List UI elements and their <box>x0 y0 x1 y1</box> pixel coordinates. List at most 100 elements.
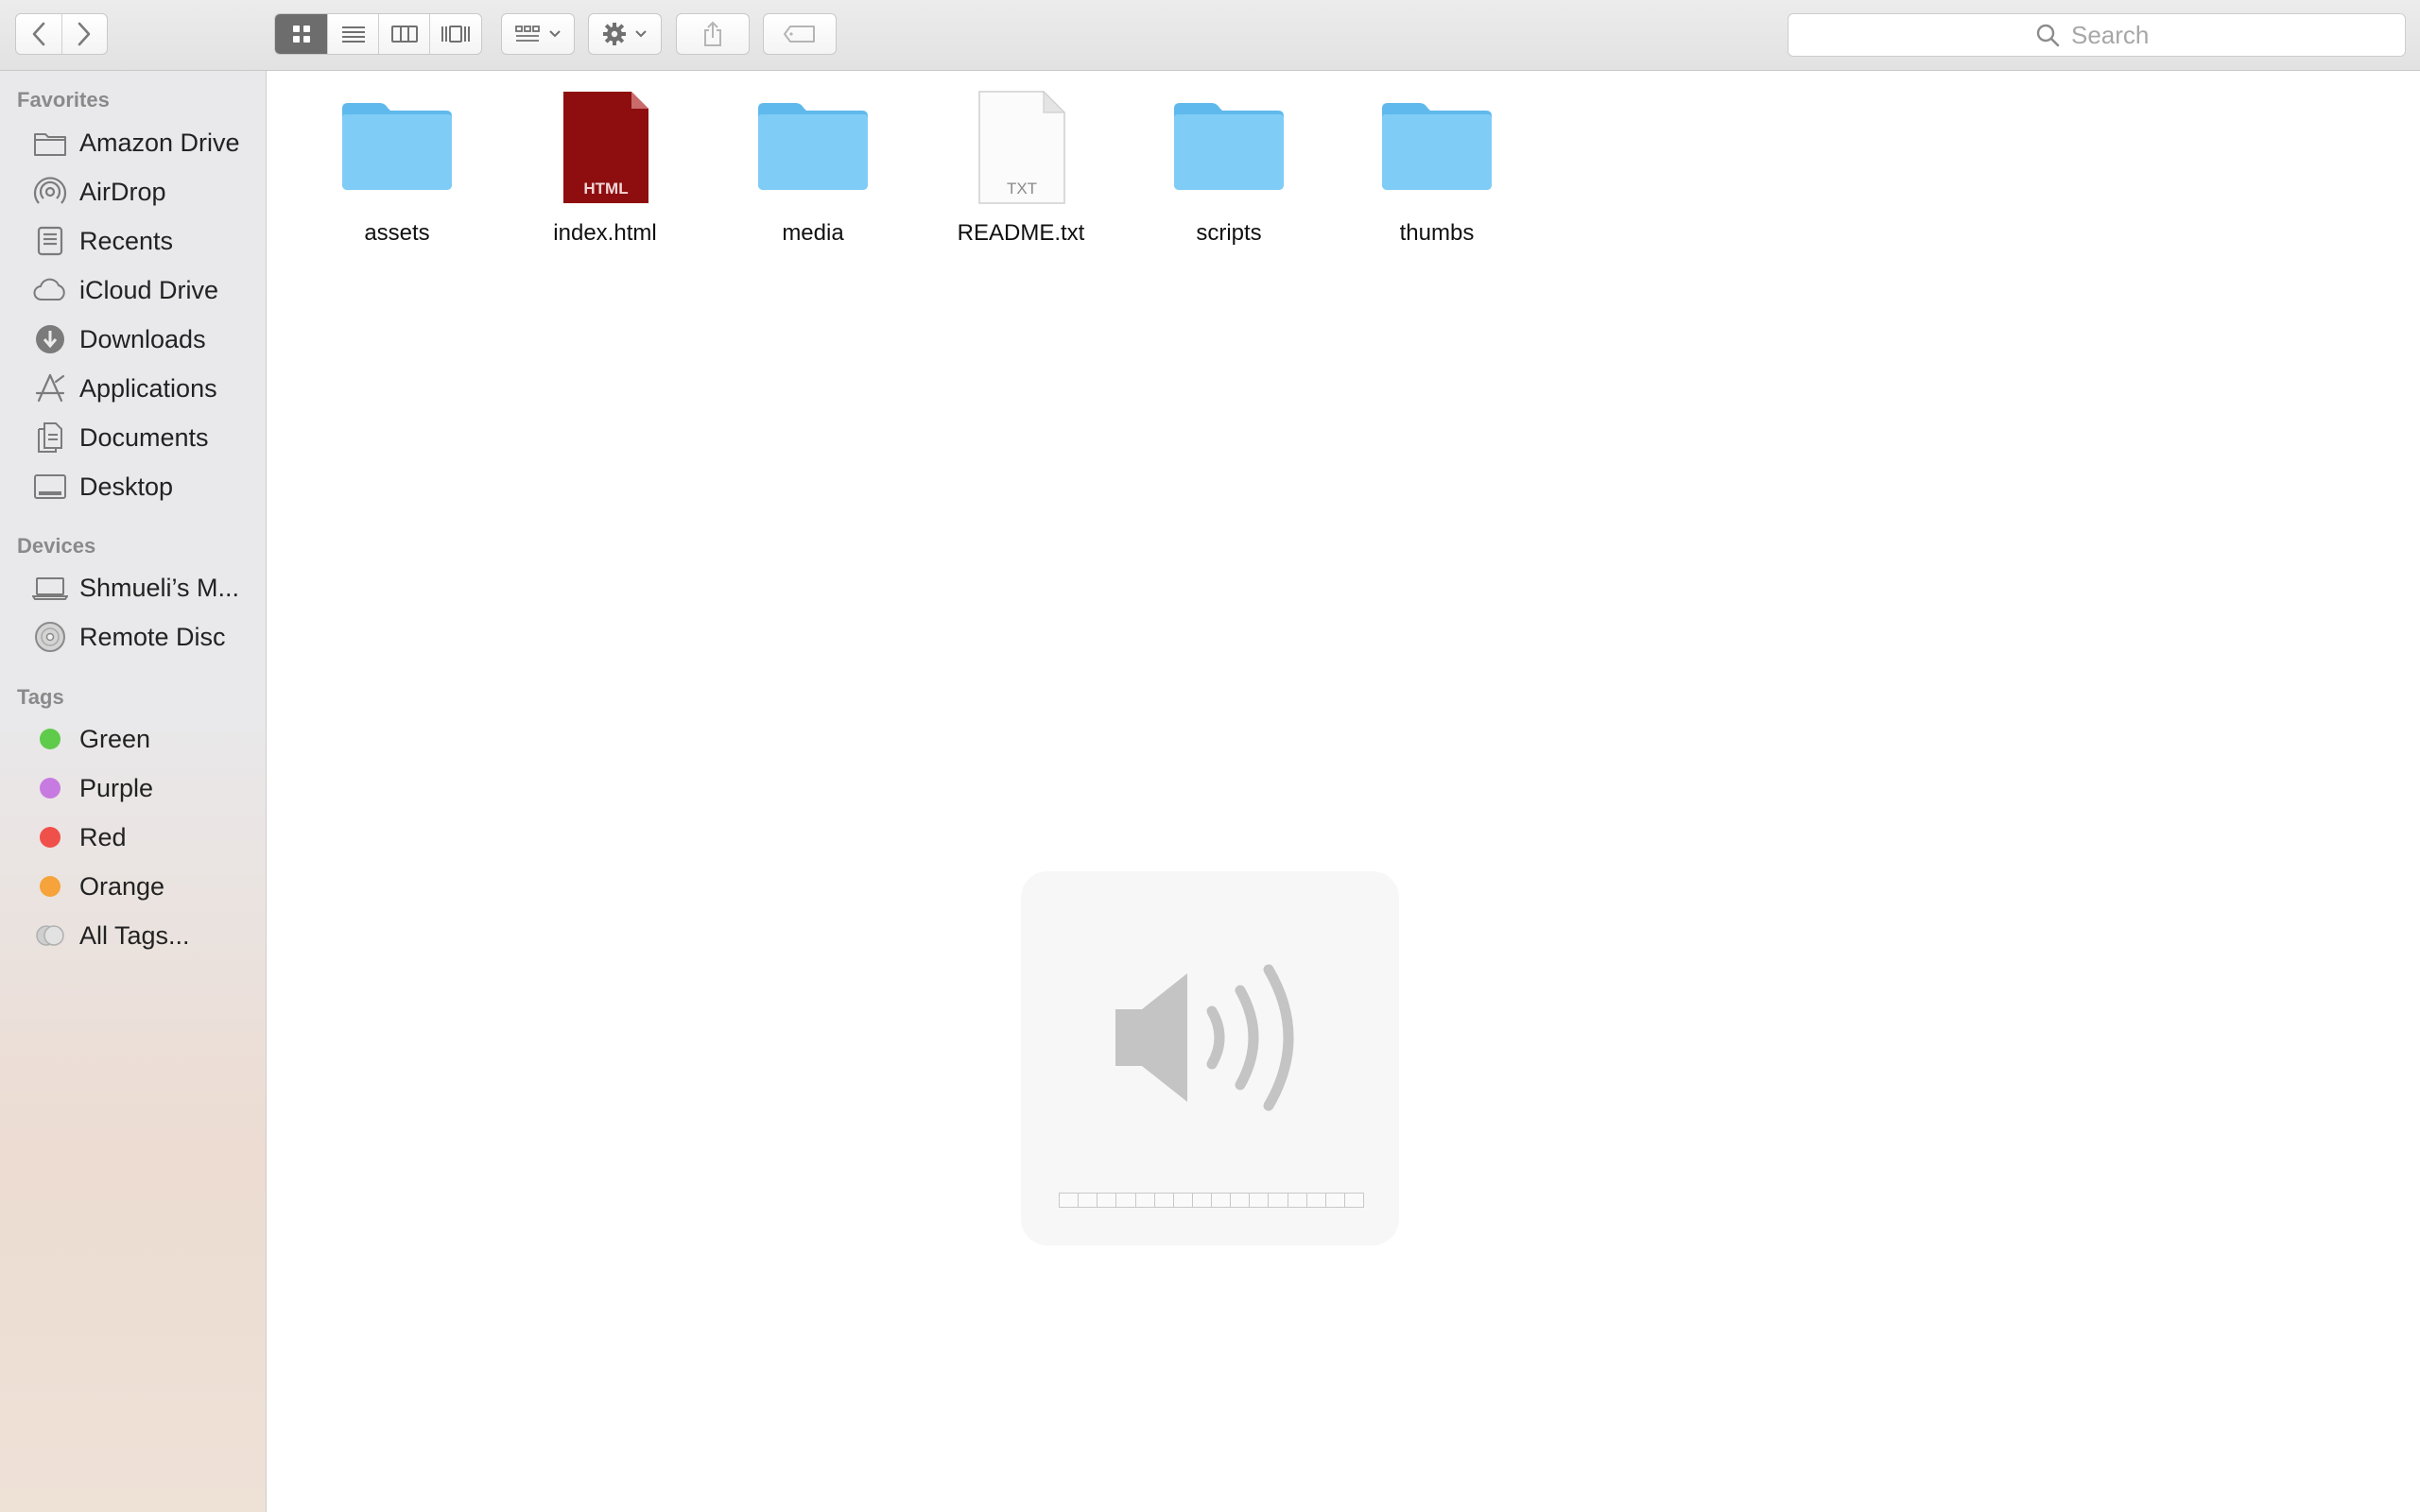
volume-segment <box>1078 1193 1098 1208</box>
file-badge: HTML <box>583 180 628 198</box>
sidebar-item-macbook[interactable]: Shmueli’s M... <box>0 564 266 611</box>
volume-segment <box>1343 1193 1364 1208</box>
columns-icon <box>390 26 418 43</box>
forward-button[interactable] <box>62 14 108 54</box>
sidebar-item-applications[interactable]: Applications <box>0 365 266 412</box>
sidebar-item-tag-orange[interactable]: Orange <box>0 863 266 910</box>
file-browser: assets HTML index.html media TXT README.… <box>268 71 2420 1512</box>
volume-segment <box>1287 1193 1307 1208</box>
volume-segment <box>1191 1193 1212 1208</box>
sidebar-item-label: Green <box>79 724 151 753</box>
tag-color-dot <box>32 868 68 904</box>
volume-segment <box>1134 1193 1155 1208</box>
back-button[interactable] <box>16 14 62 54</box>
cover-flow-view-button[interactable] <box>430 14 481 54</box>
chevron-down-icon <box>549 30 561 38</box>
sidebar-section-devices: Devices <box>17 534 96 558</box>
chevron-down-icon <box>635 30 647 38</box>
sidebar-item-recents[interactable]: Recents <box>0 217 266 265</box>
sidebar-item-tag-green[interactable]: Green <box>0 715 266 763</box>
chevron-left-icon <box>32 22 45 46</box>
toolbar <box>0 0 2420 71</box>
file-item-folder[interactable]: assets <box>312 90 482 246</box>
file-item-txt[interactable]: TXT README.txt <box>936 90 1106 246</box>
file-name: scripts <box>1196 220 1262 246</box>
chevron-right-icon <box>78 22 91 46</box>
icon-view-button[interactable] <box>275 14 328 54</box>
sidebar-item-icloud-drive[interactable]: iCloud Drive <box>0 266 266 314</box>
volume-segment <box>1097 1193 1117 1208</box>
speaker-icon <box>1115 964 1294 1111</box>
sidebar-item-downloads[interactable]: Downloads <box>0 316 266 363</box>
airdrop-icon <box>32 174 68 210</box>
gear-icon <box>603 23 626 45</box>
volume-segment <box>1172 1193 1193 1208</box>
file-name: index.html <box>553 220 657 246</box>
volume-segment <box>1249 1193 1270 1208</box>
sidebar-item-label: Red <box>79 822 127 851</box>
folder-icon <box>342 103 452 190</box>
search-input[interactable] <box>2069 19 2158 51</box>
volume-segment <box>1230 1193 1251 1208</box>
sidebar-item-label: AirDrop <box>79 177 166 206</box>
folder-icon <box>1382 103 1492 190</box>
text-file-icon: TXT <box>978 90 1066 204</box>
file-item-folder[interactable]: scripts <box>1144 90 1314 246</box>
share-button[interactable] <box>676 13 750 55</box>
file-item-folder[interactable]: media <box>728 90 898 246</box>
sidebar-item-tag-red[interactable]: Red <box>0 814 266 861</box>
finder-window: Favorites Amazon Drive AirDrop Recents i… <box>0 0 2420 1512</box>
tag-color-dot <box>32 770 68 806</box>
file-item-folder[interactable]: thumbs <box>1352 90 1522 246</box>
sidebar-item-label: Documents <box>79 422 209 452</box>
sidebar-item-documents[interactable]: Documents <box>0 414 266 461</box>
search-field[interactable] <box>1788 13 2406 57</box>
sidebar-item-label: Remote Disc <box>79 622 226 651</box>
list-icon <box>341 26 365 43</box>
view-mode-segmented-control <box>274 13 482 55</box>
download-icon <box>32 321 68 357</box>
folder-icon <box>32 125 68 161</box>
file-item-html[interactable]: HTML index.html <box>520 90 690 246</box>
nav-buttons <box>15 13 108 55</box>
sidebar-item-label: Orange <box>79 871 165 901</box>
arrange-button[interactable] <box>501 13 575 55</box>
html-file-icon: HTML <box>563 92 648 203</box>
volume-segment <box>1268 1193 1288 1208</box>
documents-icon <box>32 420 68 455</box>
sidebar-item-amazon-drive[interactable]: Amazon Drive <box>0 119 266 166</box>
all-tags-icon <box>32 918 68 954</box>
sidebar-item-airdrop[interactable]: AirDrop <box>0 168 266 215</box>
sidebar-item-remote-disc[interactable]: Remote Disc <box>0 613 266 661</box>
sidebar-item-label: Amazon Drive <box>79 128 240 157</box>
file-badge: TXT <box>1007 180 1037 198</box>
sidebar-item-label: Shmueli’s M... <box>79 573 240 602</box>
cloud-icon <box>32 272 68 308</box>
tags-button[interactable] <box>763 13 837 55</box>
list-view-button[interactable] <box>328 14 379 54</box>
column-view-button[interactable] <box>379 14 430 54</box>
sidebar-item-label: Purple <box>79 773 154 802</box>
volume-segment <box>1324 1193 1345 1208</box>
desktop-icon <box>32 469 68 505</box>
sidebar-item-tag-purple[interactable]: Purple <box>0 765 266 812</box>
laptop-icon <box>32 570 68 606</box>
file-name: media <box>782 220 844 246</box>
tag-color-dot <box>32 819 68 855</box>
applications-icon <box>32 370 68 406</box>
icon-grid-icon <box>292 26 310 43</box>
volume-level-bar <box>1059 1193 1364 1208</box>
sidebar-section-favorites: Favorites <box>17 88 110 112</box>
sidebar-item-all-tags[interactable]: All Tags... <box>0 912 266 959</box>
sidebar-item-label: Desktop <box>79 472 174 501</box>
sidebar-item-desktop[interactable]: Desktop <box>0 463 266 510</box>
share-icon <box>704 21 721 46</box>
volume-segment <box>1153 1193 1174 1208</box>
search-icon <box>2036 24 2060 47</box>
action-button[interactable] <box>588 13 662 55</box>
folder-icon <box>758 103 868 190</box>
disc-icon <box>32 619 68 655</box>
volume-segment <box>1305 1193 1326 1208</box>
file-name: assets <box>364 220 430 246</box>
sidebar: Favorites Amazon Drive AirDrop Recents i… <box>0 71 267 1512</box>
